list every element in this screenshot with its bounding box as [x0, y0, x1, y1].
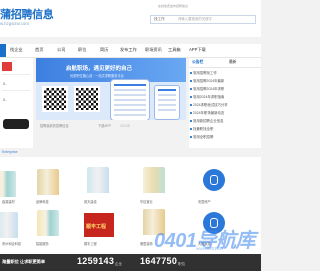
phone-mockup [154, 85, 180, 120]
company-logo[interactable] [0, 212, 18, 238]
header: 蒲招聘信息 w.hzgwzw.com 在线免费发布招聘信息 找工作 请输入要搜索… [0, 0, 261, 37]
company-logo[interactable] [37, 210, 59, 236]
notice-panel: 公告栏 最新 常用招聘找工作 常用招聘2024年最新 常用招聘2024年求职 常… [189, 58, 261, 148]
red-card-text: 顺丰工程 [86, 224, 107, 230]
job-count-unit: 职位 [178, 262, 186, 266]
banner-caption: 招聘最新的招聘信息 下载APP 2024年 [36, 121, 186, 129]
nav-item-tools[interactable]: 工具箱 [168, 47, 181, 53]
company-count-unit: 企业 [115, 262, 123, 266]
banner-title: 启航职场，遇见更好的自己 [66, 66, 133, 72]
bullet-icon [190, 80, 192, 82]
search-input[interactable]: 请输入要搜索的关键字 [178, 16, 248, 23]
notice-item[interactable]: 2024求职面试技巧分享 [193, 102, 228, 107]
phone-header [158, 89, 176, 91]
phone-line [114, 99, 146, 101]
site-logo[interactable]: 蒲招聘信息 [0, 6, 54, 22]
banner-subtitle: 优质职位随心选 · 一站式求职服务平台 [70, 74, 124, 78]
nav-item-find-company[interactable]: 找企业 [10, 47, 23, 53]
main-nav: 找企业 首页 公司 职位 简历 发布工作 职场资讯 工具箱 APP下载 [0, 44, 261, 58]
nav-active-marker [0, 44, 6, 57]
phone-line [114, 104, 146, 106]
nav-item-app[interactable]: APP下载 [189, 47, 206, 53]
company-name[interactable]: 鑫源建材 [2, 199, 15, 204]
phone-mockup [110, 79, 150, 120]
company-name[interactable]: 贵州和合科技 [2, 241, 21, 246]
company-count: 1259143 [77, 256, 115, 266]
top-link[interactable]: 在线免费发布招聘信息 [158, 4, 188, 8]
company-logo[interactable]: 顺丰工程 [84, 213, 114, 237]
qr-code-icon [42, 86, 68, 112]
notice-item[interactable]: 常用新招聘企业信息 [193, 118, 224, 123]
bullet-icon [190, 136, 192, 138]
hero-banner[interactable]: 启航职场，遇见更好的自己 优质职位随心选 · 一站式求职服务平台 [36, 58, 186, 120]
company-name[interactable]: 昊天建设 [84, 199, 97, 204]
left-tag[interactable]: 0.. [3, 82, 7, 86]
stats-slogan: 海量职位 让求职更简单 [2, 259, 46, 264]
left-tag[interactable]: 0.. [3, 98, 7, 102]
tab-latest[interactable]: 最新 [229, 60, 237, 65]
bullet-icon [190, 72, 192, 74]
bullet-icon [190, 96, 192, 98]
caption-date: 2024年 [120, 124, 131, 128]
notice-item[interactable]: 常用2024年求职指南 [193, 94, 224, 99]
company-logo[interactable] [37, 169, 59, 195]
nav-item-resume[interactable]: 简历 [100, 47, 108, 53]
company-logo[interactable] [87, 167, 109, 193]
phone-line [158, 104, 176, 106]
company-name[interactable]: 安居房产 [198, 199, 211, 204]
notice-item[interactable]: 找兼职找全职 [193, 126, 213, 131]
promo-image[interactable] [3, 119, 29, 129]
watermark-sub: www.0401.cn [196, 246, 223, 251]
nav-item-company[interactable]: 公司 [57, 47, 65, 53]
stats-bar: 海量职位 让求职更简单 1259143 企业 1647750 职位 [0, 254, 261, 271]
phone-line [114, 94, 146, 96]
nav-item-jobs[interactable]: 职位 [78, 47, 86, 53]
job-count: 1647750 [140, 256, 178, 266]
phone-line [158, 99, 176, 101]
promo-thumbnail[interactable] [2, 62, 12, 71]
company-logo-icon[interactable] [203, 169, 225, 191]
notice-tabs: 公告栏 最新 [189, 58, 261, 68]
notice-item[interactable]: 常用招聘找工作 [193, 70, 217, 75]
caption-app[interactable]: 下载APP [98, 123, 111, 128]
notice-item[interactable]: 常用招聘2024年求职 [193, 86, 224, 91]
divider [2, 90, 30, 91]
nav-item-post-job[interactable]: 发布工作 [120, 47, 137, 53]
bullet-icon [190, 120, 192, 122]
company-name[interactable]: 顺丰工程 [84, 241, 97, 246]
phone-header [114, 84, 146, 86]
bullet-icon [190, 88, 192, 90]
notice-item[interactable]: 2024年职场最新动态 [193, 110, 224, 115]
nav-item-news[interactable]: 职场资讯 [145, 47, 162, 53]
bullet-icon [190, 104, 192, 106]
caption-left: 招聘最新的招聘信息 [40, 124, 69, 128]
notice-item[interactable]: 常用全职招聘 [193, 134, 213, 139]
phone-line [158, 94, 176, 96]
company-name[interactable]: 品牌科技 [36, 199, 49, 204]
qr-code-icon [74, 86, 100, 112]
search-type-select[interactable]: 找工作 [152, 16, 176, 23]
phone-line [158, 109, 176, 111]
phone-line [114, 114, 146, 116]
notice-item[interactable]: 常用招聘2024年最新 [193, 78, 224, 83]
section-title: Enterprise [2, 150, 18, 154]
bullet-icon [190, 128, 192, 130]
tab-notice[interactable]: 公告栏 [192, 60, 203, 65]
site-domain: w.hzgwzw.com [0, 21, 30, 26]
bullet-icon [190, 112, 192, 114]
phone-line [114, 109, 146, 111]
company-logo[interactable] [0, 171, 16, 197]
left-panel: 0.. 0.. 0.. [0, 58, 33, 148]
company-name[interactable]: 华信置业 [140, 199, 153, 204]
company-name[interactable]: 智能服务 [36, 241, 49, 246]
company-logo[interactable] [143, 167, 165, 193]
phone-line [114, 89, 146, 91]
company-name[interactable]: 雅居装饰 [140, 241, 153, 246]
divider [2, 74, 30, 75]
search-box: 找工作 请输入要搜索的关键字 [150, 15, 256, 24]
nav-item-home[interactable]: 首页 [35, 47, 43, 53]
